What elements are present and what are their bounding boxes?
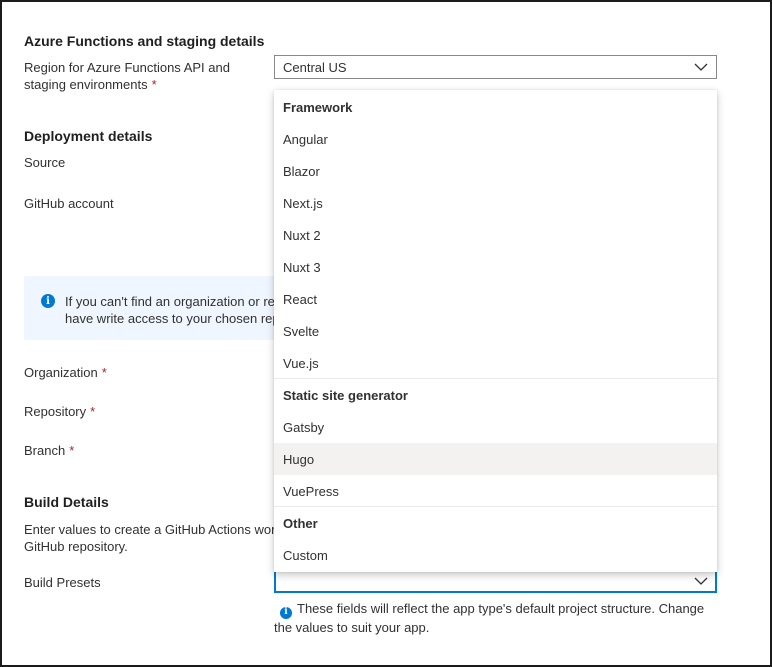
- required-asterisk: *: [69, 443, 75, 458]
- azure-functions-section-title: Azure Functions and staging details: [24, 33, 265, 49]
- dropdown-group-header-static-site-generator: Static site generator: [283, 387, 408, 403]
- dropdown-option-angular[interactable]: Angular: [274, 123, 717, 155]
- dropdown-option-nuxt3[interactable]: Nuxt 3: [274, 251, 717, 283]
- build-description: Enter values to create a GitHub Actions …: [24, 521, 275, 555]
- region-label-line1: Region for Azure Functions API and: [24, 60, 230, 75]
- chevron-down-icon: [694, 577, 708, 585]
- info-icon: i: [41, 294, 55, 308]
- dropdown-option-vuejs[interactable]: Vue.js: [274, 347, 717, 379]
- build-presets-hint-line1: These fields will reflect the app type's…: [297, 601, 705, 616]
- build-description-line2: GitHub repository.: [24, 539, 128, 554]
- dropdown-option-gatsby[interactable]: Gatsby: [274, 411, 717, 443]
- framework-dropdown-list[interactable]: Framework Angular Blazor Next.js Nuxt 2 …: [274, 90, 717, 572]
- info-message-line2: have write access to your chosen reposi: [65, 311, 297, 326]
- info-message-text: If you can't find an organization or rep…: [65, 293, 296, 327]
- build-presets-hint: i These fields will reflect the app type'…: [274, 600, 744, 636]
- region-select-value: Central US: [283, 59, 347, 75]
- deployment-section-title: Deployment details: [24, 128, 153, 144]
- dropdown-group-header-other: Other: [283, 515, 318, 531]
- chevron-down-icon: [694, 63, 708, 71]
- build-description-line1: Enter values to create a GitHub Actions …: [24, 522, 276, 537]
- dropdown-option-blazor[interactable]: Blazor: [274, 155, 717, 187]
- required-asterisk: *: [101, 365, 107, 380]
- required-asterisk: *: [90, 404, 96, 419]
- repository-label: Repository: [24, 404, 87, 419]
- github-account-label: GitHub account: [24, 196, 114, 211]
- app-window: Azure Functions and staging details Regi…: [0, 0, 772, 667]
- dropdown-group-header-framework: Framework: [283, 99, 353, 115]
- dropdown-option-react[interactable]: React: [274, 283, 717, 315]
- dropdown-option-hugo[interactable]: Hugo: [274, 443, 717, 475]
- info-message-line1: If you can't find an organization or rep…: [65, 294, 290, 309]
- build-details-title: Build Details: [24, 494, 109, 510]
- dropdown-option-custom[interactable]: Custom: [274, 539, 717, 571]
- region-select[interactable]: Central US: [274, 55, 717, 79]
- region-label: Region for Azure Functions API and stagi…: [24, 59, 230, 93]
- info-icon: i: [280, 606, 292, 619]
- region-label-line2-wrap: staging environments *: [24, 76, 230, 93]
- organization-label-wrap: Organization *: [24, 364, 107, 381]
- dropdown-option-nextjs[interactable]: Next.js: [274, 187, 717, 219]
- repository-label-wrap: Repository *: [24, 403, 95, 420]
- dropdown-option-svelte[interactable]: Svelte: [274, 315, 717, 347]
- build-presets-hint-line2: the values to suit your app.: [274, 619, 430, 635]
- build-presets-select[interactable]: [274, 569, 717, 593]
- branch-label: Branch: [24, 443, 66, 458]
- required-asterisk: *: [151, 77, 157, 92]
- region-label-line2: staging environments: [24, 77, 148, 92]
- organization-label: Organization: [24, 365, 98, 380]
- dropdown-option-vuepress[interactable]: VuePress: [274, 475, 717, 507]
- build-presets-hint-line1-wrap: i These fields will reflect the app type'…: [274, 600, 744, 619]
- branch-label-wrap: Branch *: [24, 442, 74, 459]
- dropdown-option-nuxt2[interactable]: Nuxt 2: [274, 219, 717, 251]
- build-presets-label: Build Presets: [24, 575, 101, 590]
- source-label: Source: [24, 155, 66, 170]
